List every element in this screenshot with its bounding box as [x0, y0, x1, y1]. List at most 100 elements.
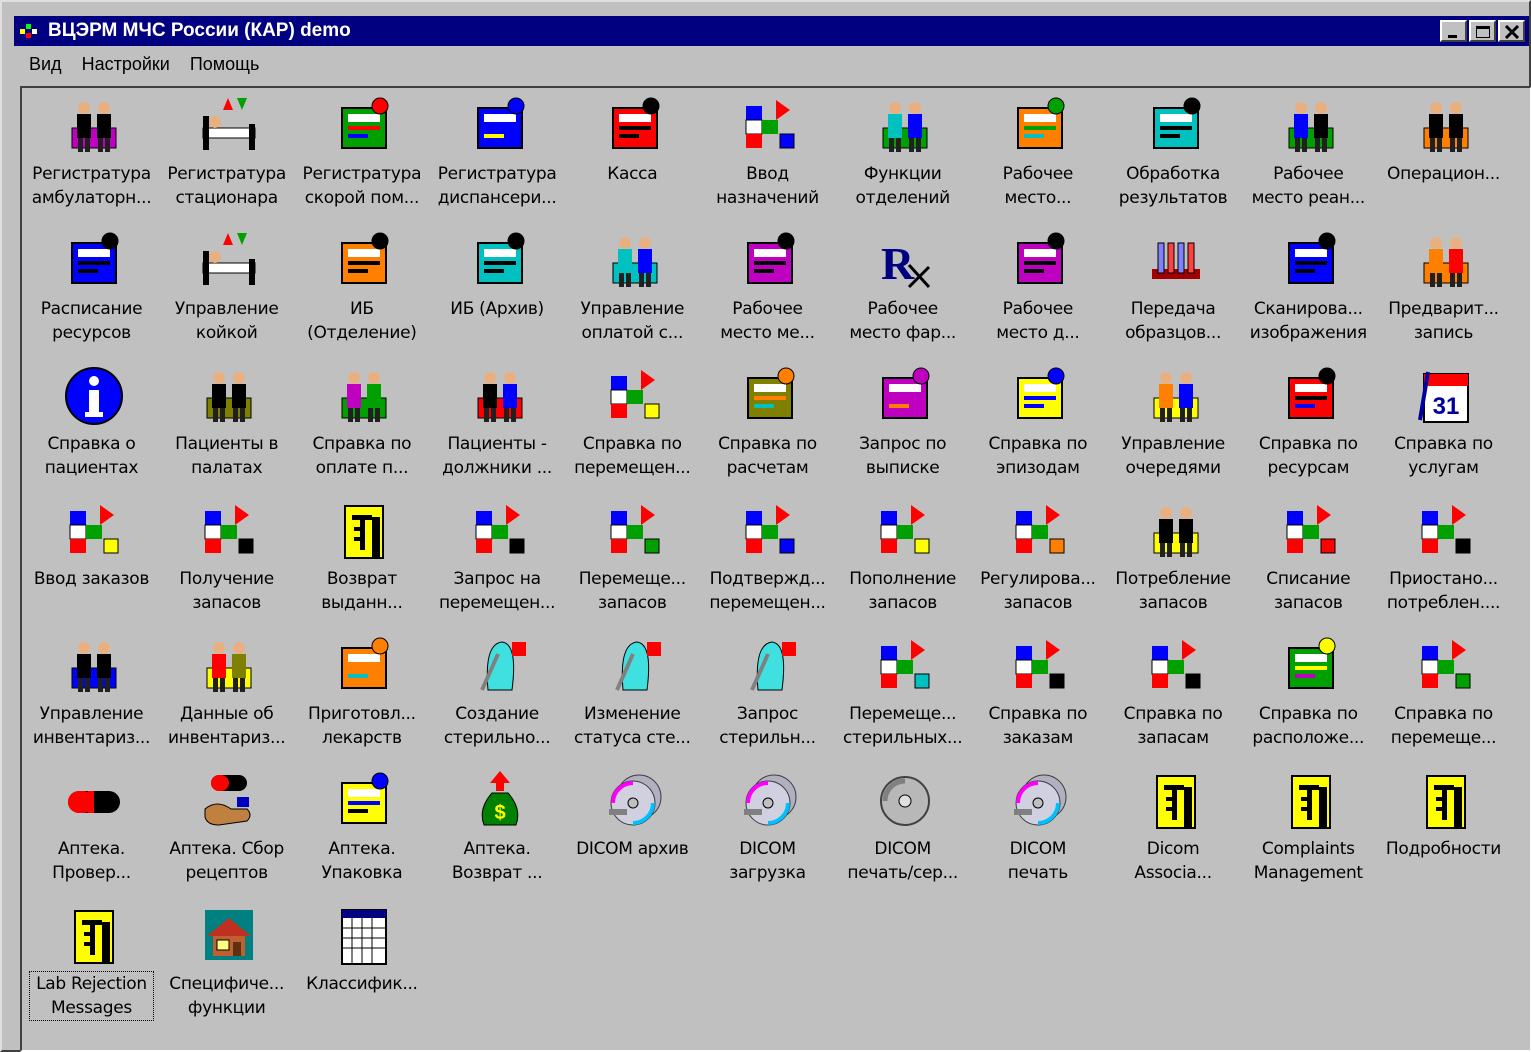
- application-grid: Регистратура амбулаторн... Регистратура с…: [20, 86, 1531, 1052]
- app-tile[interactable]: Расписание ресурсов: [24, 225, 159, 353]
- app-tile-label: Ввод назначений: [716, 164, 819, 208]
- app-tile[interactable]: Создание стерильно...: [430, 630, 565, 758]
- bed-question-icon: [197, 229, 261, 293]
- app-tile[interactable]: Приготовл... лекарств: [294, 630, 429, 758]
- title-bar[interactable]: ВЦЭРМ МЧС России (КАР) demo: [14, 16, 1529, 46]
- app-tile[interactable]: Данные об инвентариз...: [159, 630, 294, 758]
- menu-view[interactable]: Вид: [14, 50, 72, 80]
- app-tile[interactable]: ИБ (Отделение): [294, 225, 429, 353]
- menu-settings[interactable]: Настройки: [72, 50, 180, 80]
- app-tile[interactable]: Регистратура скорой пом...: [294, 90, 429, 218]
- app-tile[interactable]: Регистратура диспансери...: [430, 90, 565, 218]
- app-tile[interactable]: DICOM печать/сер...: [835, 765, 970, 893]
- app-tile-label: Справка по заказам: [988, 704, 1088, 748]
- app-tile[interactable]: Потребление запасов: [1106, 495, 1241, 623]
- packaging-icon: [332, 769, 396, 833]
- app-tile[interactable]: Сканирова... изображения: [1241, 225, 1376, 353]
- app-tile[interactable]: Перемеще... запасов: [565, 495, 700, 623]
- spreadsheet-icon: [332, 904, 396, 968]
- app-tile[interactable]: Аптека. Провер...: [24, 765, 159, 893]
- app-tile-label: Справка по услугам: [1394, 434, 1493, 478]
- app-tile-label: Предварит... запись: [1388, 299, 1499, 343]
- app-tile[interactable]: Касса: [565, 90, 700, 218]
- app-tile-label: Данные об инвентариз...: [168, 704, 286, 748]
- close-button[interactable]: [1498, 20, 1525, 42]
- app-tile[interactable]: Классифик...: [294, 900, 429, 1028]
- app-tile[interactable]: Аптека. Сбор рецептов: [159, 765, 294, 893]
- app-tile[interactable]: Списание запасов: [1241, 495, 1376, 623]
- app-tile[interactable]: Регистратура стационара: [159, 90, 294, 218]
- app-tile[interactable]: Справка по ресурсам: [1241, 360, 1376, 488]
- app-tile[interactable]: Управление очередями: [1106, 360, 1241, 488]
- app-tile[interactable]: Обработка результатов: [1106, 90, 1241, 218]
- app-tile[interactable]: Регистратура амбулаторн...: [24, 90, 159, 218]
- app-tile[interactable]: Возврат выданн...: [294, 495, 429, 623]
- app-tile[interactable]: Ввод назначений: [700, 90, 835, 218]
- sterile-create-icon: [468, 634, 532, 698]
- app-tile[interactable]: Справка по расчетам: [700, 360, 835, 488]
- app-tile[interactable]: Рабочее место...: [970, 90, 1105, 218]
- app-tile[interactable]: Приостано... потреблен....: [1376, 495, 1511, 623]
- app-tile-label: Возврат выданн...: [321, 569, 403, 613]
- app-tile[interactable]: Справка по эпизодам: [970, 360, 1105, 488]
- app-tile[interactable]: Рабочее место д...: [970, 225, 1105, 353]
- sterile-status-icon: [603, 634, 667, 698]
- app-tile[interactable]: Справка по перемеще...: [1376, 630, 1511, 758]
- app-tile[interactable]: Предварит... запись: [1376, 225, 1511, 353]
- app-tile[interactable]: Справка по перемещен...: [565, 360, 700, 488]
- app-tile[interactable]: Lab Rejection Messages: [24, 900, 159, 1028]
- app-tile[interactable]: Справка по оплате п...: [294, 360, 429, 488]
- app-tile[interactable]: DICOM печать: [970, 765, 1105, 893]
- app-tile[interactable]: Аптека. Упаковка: [294, 765, 429, 893]
- app-tile-label: Справка по перемещен...: [574, 434, 691, 478]
- app-tile[interactable]: Запрос стерильн...: [700, 630, 835, 758]
- app-tile[interactable]: Ввод заказов: [24, 495, 159, 623]
- app-tile[interactable]: Управление койкой: [159, 225, 294, 353]
- app-tile[interactable]: Специфиче... функции: [159, 900, 294, 1028]
- app-tile[interactable]: Изменение статуса сте...: [565, 630, 700, 758]
- app-tile[interactable]: Функции отделений: [835, 90, 970, 218]
- app-tile-label: Классифик...: [306, 974, 418, 994]
- app-tile[interactable]: 31 Справка по услугам: [1376, 360, 1511, 488]
- app-tile[interactable]: Пациенты - должники ...: [430, 360, 565, 488]
- app-tile[interactable]: Complaints Management: [1241, 765, 1376, 893]
- app-tile[interactable]: Подробности: [1376, 765, 1511, 893]
- app-tile[interactable]: Операцион...: [1376, 90, 1511, 218]
- app-tile[interactable]: Подтвержд... перемещен...: [700, 495, 835, 623]
- yellow-doc-icon: [1414, 769, 1478, 833]
- app-tile[interactable]: Передача образцов...: [1106, 225, 1241, 353]
- app-tile[interactable]: ИБ (Архив): [430, 225, 565, 353]
- svg-text:$: $: [494, 802, 505, 824]
- patient-head-icon: [197, 364, 261, 428]
- app-tile[interactable]: Запрос на перемещен...: [430, 495, 565, 623]
- app-tile-label: Сканирова... изображения: [1249, 299, 1367, 343]
- app-tile[interactable]: DICOM загрузка: [700, 765, 835, 893]
- app-tile[interactable]: $ Аптека. Возврат ...: [430, 765, 565, 893]
- app-tile[interactable]: Справка о пациентах: [24, 360, 159, 488]
- app-tile[interactable]: Регулирова... запасов: [970, 495, 1105, 623]
- mortar-pestle-icon: [332, 634, 396, 698]
- app-tile[interactable]: Справка по запасам: [1106, 630, 1241, 758]
- menu-help[interactable]: Помощь: [180, 50, 270, 80]
- app-tile-label: Пациенты в палатах: [175, 434, 279, 478]
- app-tile[interactable]: Рабочее место ме...: [700, 225, 835, 353]
- maximize-button[interactable]: [1469, 20, 1496, 42]
- app-tile[interactable]: DICOM архив: [565, 765, 700, 893]
- app-tile[interactable]: Получение запасов: [159, 495, 294, 623]
- app-tile[interactable]: Перемеще... стерильных...: [835, 630, 970, 758]
- app-tile[interactable]: Управление инвентариз...: [24, 630, 159, 758]
- minimize-button[interactable]: [1440, 20, 1467, 42]
- pill-hand-icon: [197, 769, 261, 833]
- folder-settlement-icon: [738, 364, 802, 428]
- app-tile[interactable]: Пациенты в палатах: [159, 360, 294, 488]
- app-tile[interactable]: Справка по заказам: [970, 630, 1105, 758]
- app-tile[interactable]: Справка по расположе...: [1241, 630, 1376, 758]
- app-tile[interactable]: Управление оплатой с...: [565, 225, 700, 353]
- app-tile-label: Перемеще... стерильных...: [843, 704, 963, 748]
- app-tile-label: Передача образцов...: [1125, 299, 1222, 343]
- app-tile[interactable]: Dicom Associa...: [1106, 765, 1241, 893]
- app-tile[interactable]: Запрос по выписке: [835, 360, 970, 488]
- app-tile[interactable]: Рабочее место реан...: [1241, 90, 1376, 218]
- app-tile[interactable]: R Рабочее место фар...: [835, 225, 970, 353]
- app-tile[interactable]: Пополнение запасов: [835, 495, 970, 623]
